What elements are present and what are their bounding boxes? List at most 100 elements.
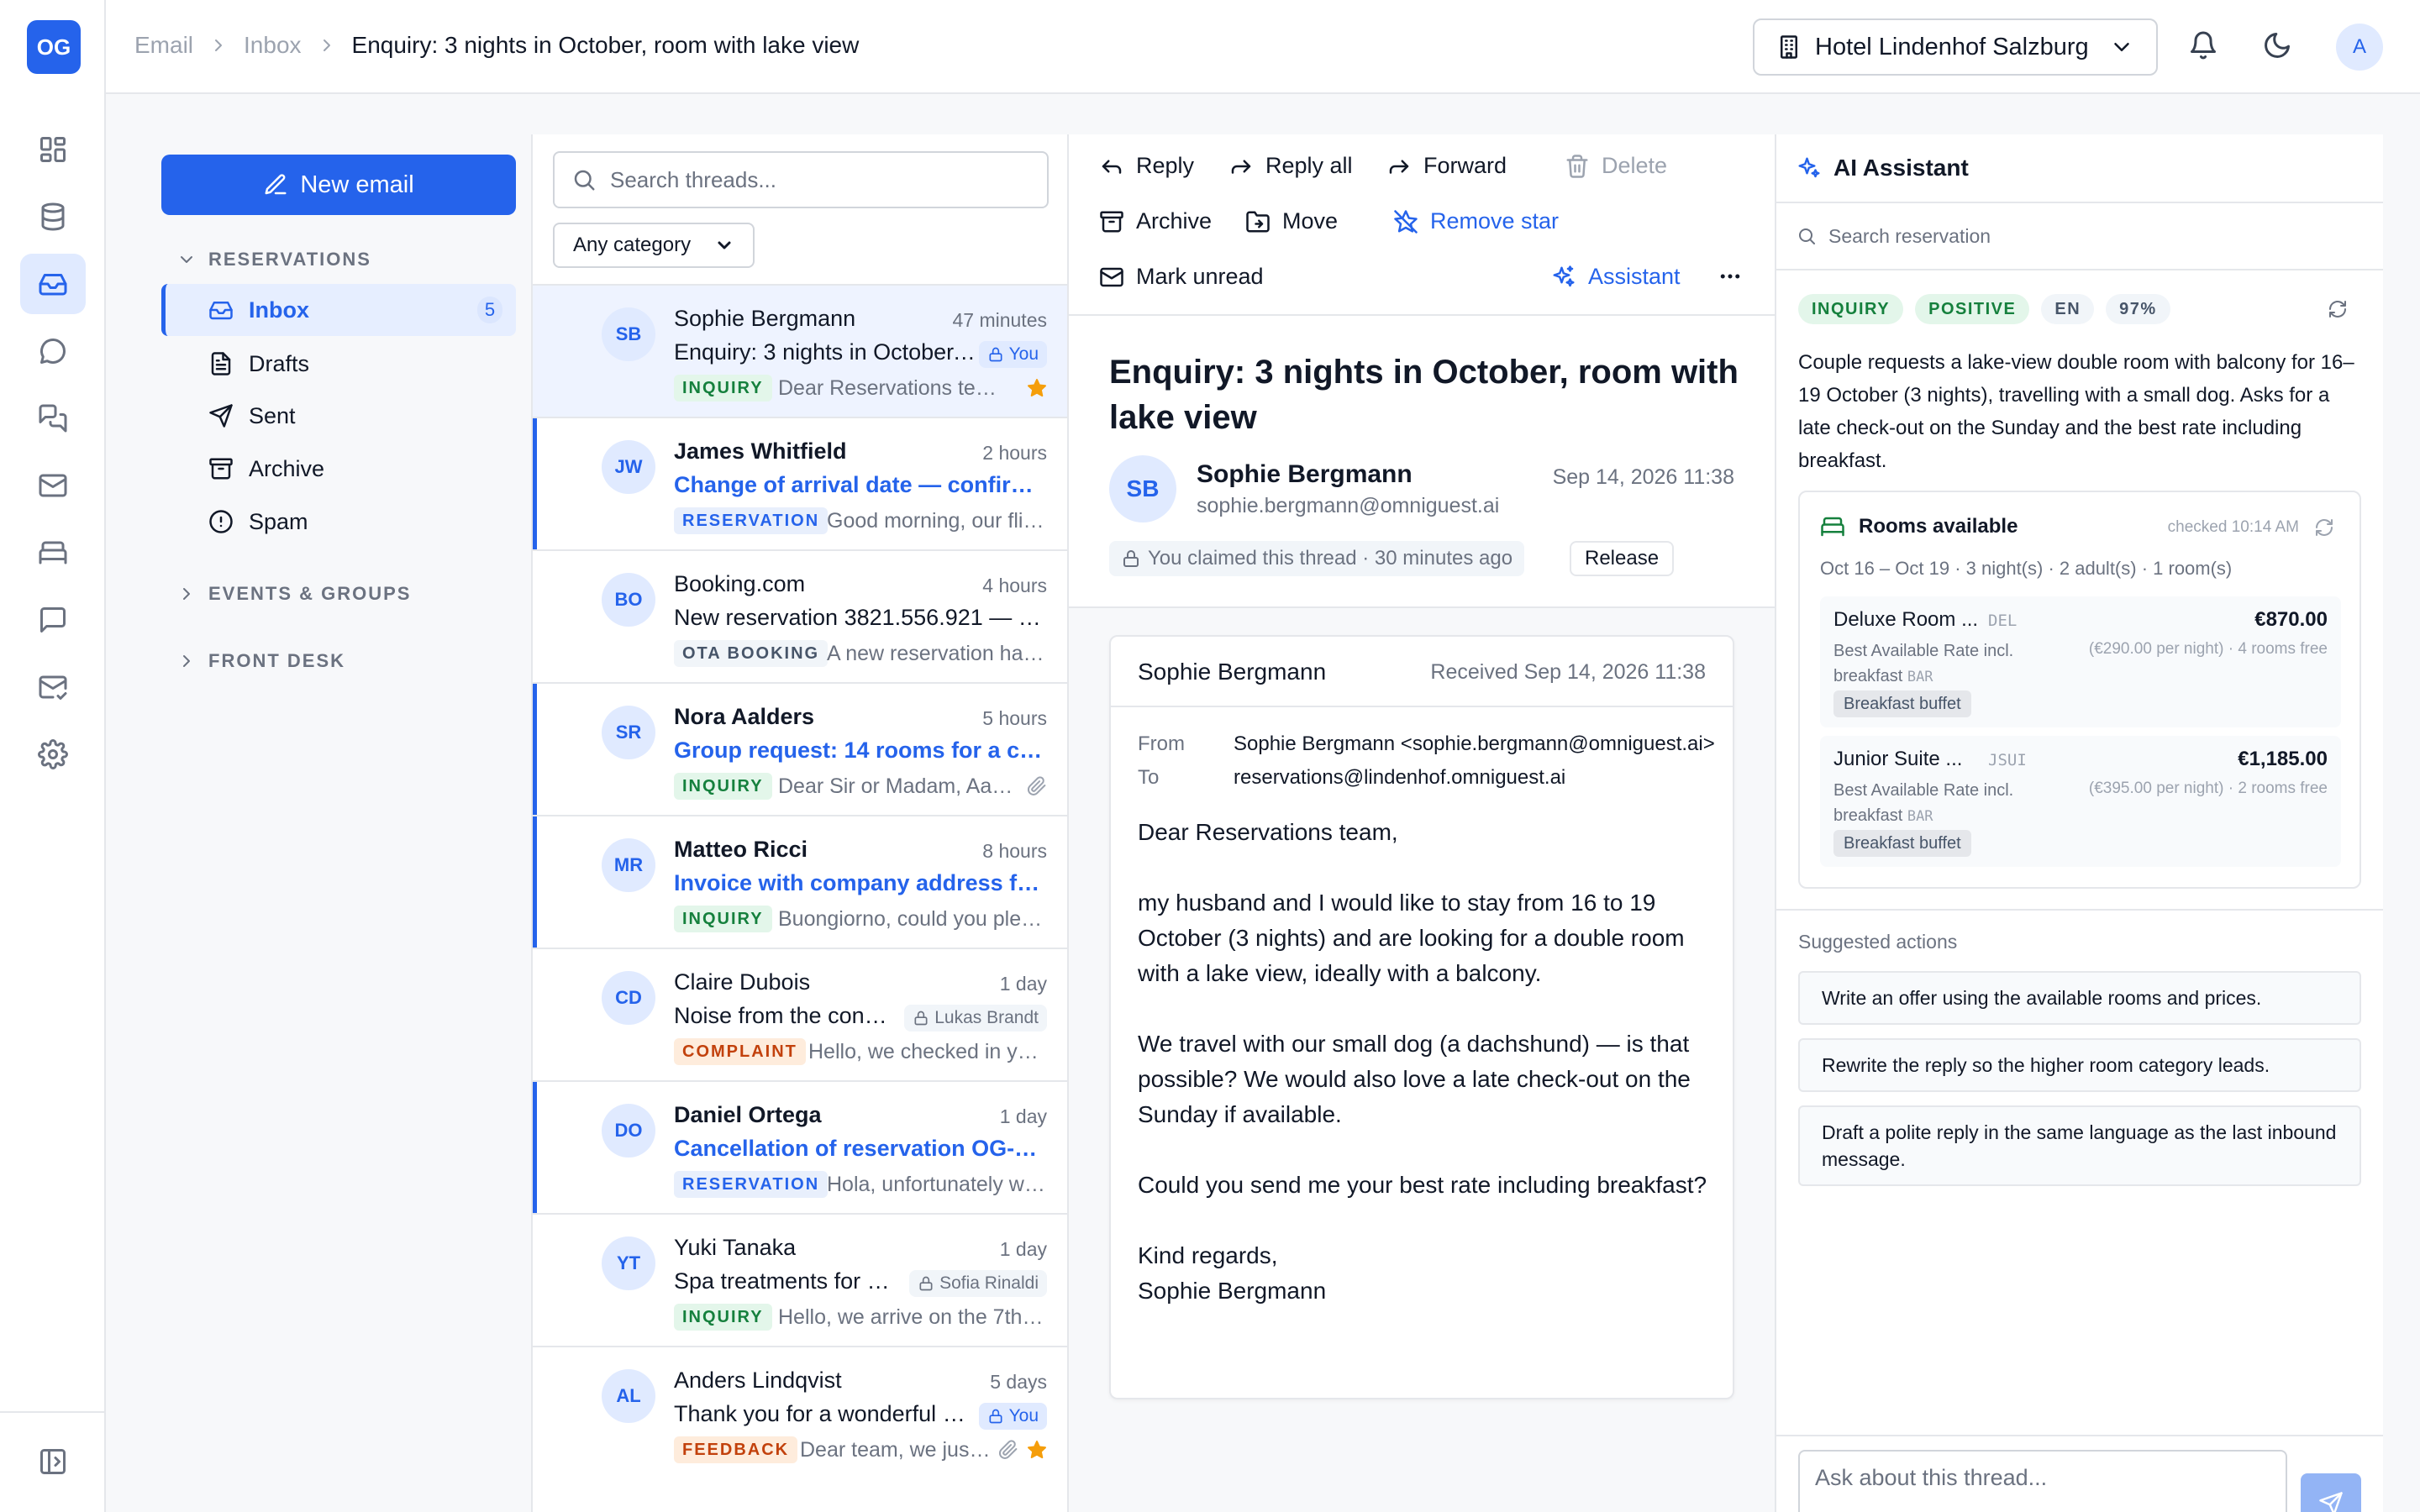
chip-language: EN bbox=[2041, 294, 2095, 324]
suggested-action[interactable]: Draft a polite reply in the same languag… bbox=[1798, 1105, 2361, 1186]
thread-owner-badge: Lukas Brandt bbox=[904, 1005, 1047, 1032]
thread-owner-badge: You bbox=[978, 1403, 1047, 1430]
refresh-icon[interactable] bbox=[2314, 517, 2334, 538]
reply-button[interactable]: Reply bbox=[1099, 153, 1194, 179]
nav-item-archive[interactable]: Archive bbox=[161, 443, 516, 495]
lock-icon bbox=[919, 1276, 933, 1291]
reservation-search[interactable] bbox=[1776, 203, 2383, 270]
message-square-icon[interactable] bbox=[20, 590, 86, 650]
thread-tag: RESERVATION bbox=[674, 507, 829, 534]
thread-icons bbox=[998, 1440, 1047, 1460]
thread-avatar: MR bbox=[602, 838, 655, 892]
mail-icon[interactable] bbox=[20, 455, 86, 516]
assistant-button[interactable]: Assistant bbox=[1551, 264, 1681, 290]
inbox-icon[interactable] bbox=[20, 254, 86, 314]
bell-icon[interactable] bbox=[2188, 30, 2218, 60]
settings-gear-icon[interactable] bbox=[20, 724, 86, 785]
user-avatar[interactable]: A bbox=[2336, 24, 2383, 71]
thread-row[interactable]: BO Booking.com 4 hours New reservation 3… bbox=[533, 549, 1067, 682]
message-title: Enquiry: 3 nights in October, room with … bbox=[1109, 354, 1739, 436]
thread-subject: Group request: 14 rooms for a company re… bbox=[674, 738, 1047, 763]
section-reservations[interactable]: RESERVATIONS bbox=[176, 249, 371, 270]
nav-item-inbox[interactable]: Inbox 5 bbox=[161, 284, 516, 336]
send-button[interactable] bbox=[2301, 1473, 2361, 1512]
thread-tag: INQUIRY bbox=[674, 375, 772, 402]
compose-icon bbox=[265, 174, 287, 195]
lock-icon bbox=[989, 1409, 1002, 1424]
remove-star-button[interactable]: Remove star bbox=[1393, 208, 1559, 234]
thread-tag: INQUIRY bbox=[674, 773, 772, 800]
delete-label: Delete bbox=[1602, 153, 1668, 178]
archive-icon bbox=[209, 458, 233, 480]
app-logo[interactable]: OG bbox=[27, 20, 81, 74]
room-offer[interactable]: Junior Suite ... JSUI €1,185.00 Best Ava… bbox=[1820, 736, 2341, 867]
more-options-icon[interactable] bbox=[1718, 264, 1743, 289]
suggested-action[interactable]: Rewrite the reply so the higher room cat… bbox=[1798, 1038, 2361, 1092]
database-icon[interactable] bbox=[20, 186, 86, 247]
delete-button[interactable]: Delete bbox=[1565, 153, 1667, 179]
claim-status: You claimed this thread · 30 minutes ago bbox=[1109, 541, 1525, 576]
thread-time: 1 day bbox=[999, 973, 1047, 995]
thread-row[interactable]: AL Anders Lindqvist 5 days Thank you for… bbox=[533, 1346, 1067, 1478]
thread-row[interactable]: YT Yuki Tanaka 1 day Spa treatments for … bbox=[533, 1213, 1067, 1346]
rooms-title: Rooms available bbox=[1859, 515, 2018, 538]
thread-row[interactable]: SR Nora Aalders 5 hours Group request: 1… bbox=[533, 682, 1067, 815]
nav-item-drafts[interactable]: Drafts bbox=[161, 338, 516, 390]
refresh-icon[interactable] bbox=[2328, 299, 2348, 319]
breadcrumb-email[interactable]: Email bbox=[134, 32, 193, 59]
star-icon[interactable] bbox=[1027, 378, 1047, 398]
move-button[interactable]: Move bbox=[1245, 208, 1338, 234]
thread-icons bbox=[1027, 378, 1047, 398]
breadcrumb-inbox[interactable]: Inbox bbox=[244, 32, 302, 59]
thread-row[interactable]: DO Daniel Ortega 1 day Cancellation of r… bbox=[533, 1080, 1067, 1213]
chip-sentiment: POSITIVE bbox=[1915, 294, 2030, 324]
room-price: €870.00 bbox=[2254, 608, 2328, 631]
section-events-label: EVENTS & GROUPS bbox=[208, 583, 412, 604]
thread-search-input[interactable] bbox=[610, 166, 1030, 193]
thread-time: 4 hours bbox=[982, 575, 1047, 596]
conversations-icon[interactable] bbox=[20, 388, 86, 449]
sender-name: Sophie Bergmann bbox=[1197, 460, 1413, 488]
mark-unread-button[interactable]: Mark unread bbox=[1099, 264, 1264, 290]
thread-avatar: AL bbox=[602, 1369, 655, 1423]
nav-item-spam[interactable]: Spam bbox=[161, 496, 516, 548]
nav-item-label: Sent bbox=[249, 402, 296, 428]
reservation-search-input[interactable] bbox=[1828, 224, 2383, 248]
thread-owner-badge: Sofia Rinaldi bbox=[909, 1270, 1047, 1297]
section-front-desk[interactable]: FRONT DESK bbox=[176, 650, 345, 672]
chip-category: INQUIRY bbox=[1798, 294, 1904, 324]
new-email-label: New email bbox=[300, 171, 414, 198]
thread-row[interactable]: JW James Whitfield 2 hours Change of arr… bbox=[533, 417, 1067, 549]
message-header: Enquiry: 3 nights in October, room with … bbox=[1069, 316, 1775, 608]
alert-circle-icon bbox=[209, 510, 233, 533]
dashboard-icon[interactable] bbox=[20, 119, 86, 180]
thread-row[interactable]: MR Matteo Ricci 8 hours Invoice with com… bbox=[533, 815, 1067, 948]
reply-all-label: Reply all bbox=[1265, 153, 1353, 178]
section-events-groups[interactable]: EVENTS & GROUPS bbox=[176, 583, 411, 605]
thread-sender: Matteo Ricci bbox=[674, 837, 808, 862]
category-select[interactable]: Any category bbox=[553, 223, 755, 268]
thread-search[interactable] bbox=[553, 151, 1049, 208]
thread-row[interactable]: CD Claire Dubois 1 day Noise from the co… bbox=[533, 948, 1067, 1080]
room-offer[interactable]: Deluxe Room ... DEL €870.00 Best Availab… bbox=[1820, 596, 2341, 727]
mail-check-icon[interactable] bbox=[20, 657, 86, 717]
suggested-action[interactable]: Write an offer using the available rooms… bbox=[1798, 971, 2361, 1025]
forward-button[interactable]: Forward bbox=[1386, 153, 1507, 179]
mail-icon bbox=[1100, 267, 1123, 286]
thread-row[interactable]: SB Sophie Bergmann 47 minutes Enquiry: 3… bbox=[533, 284, 1067, 417]
room-code: JSUI bbox=[1988, 751, 2027, 769]
new-email-button[interactable]: New email bbox=[161, 155, 516, 215]
chat-bubble-icon[interactable] bbox=[20, 321, 86, 381]
chevron-down-icon bbox=[181, 256, 192, 263]
hotel-selector[interactable]: Hotel Lindenhof Salzburg bbox=[1753, 18, 2158, 76]
star-icon[interactable] bbox=[1027, 1440, 1047, 1460]
nav-item-sent[interactable]: Sent bbox=[161, 390, 516, 442]
archive-button[interactable]: Archive bbox=[1099, 208, 1212, 234]
reply-all-button[interactable]: Reply all bbox=[1228, 153, 1353, 179]
moon-icon[interactable] bbox=[2262, 30, 2292, 60]
collapse-sidebar-icon[interactable] bbox=[20, 1431, 86, 1492]
thread-preview: Dear Sir or Madam, Aalders Consulting bbox=[778, 774, 1015, 798]
release-button[interactable]: Release bbox=[1570, 541, 1675, 576]
bed-icon[interactable] bbox=[20, 522, 86, 583]
ask-input[interactable] bbox=[1798, 1450, 2287, 1512]
